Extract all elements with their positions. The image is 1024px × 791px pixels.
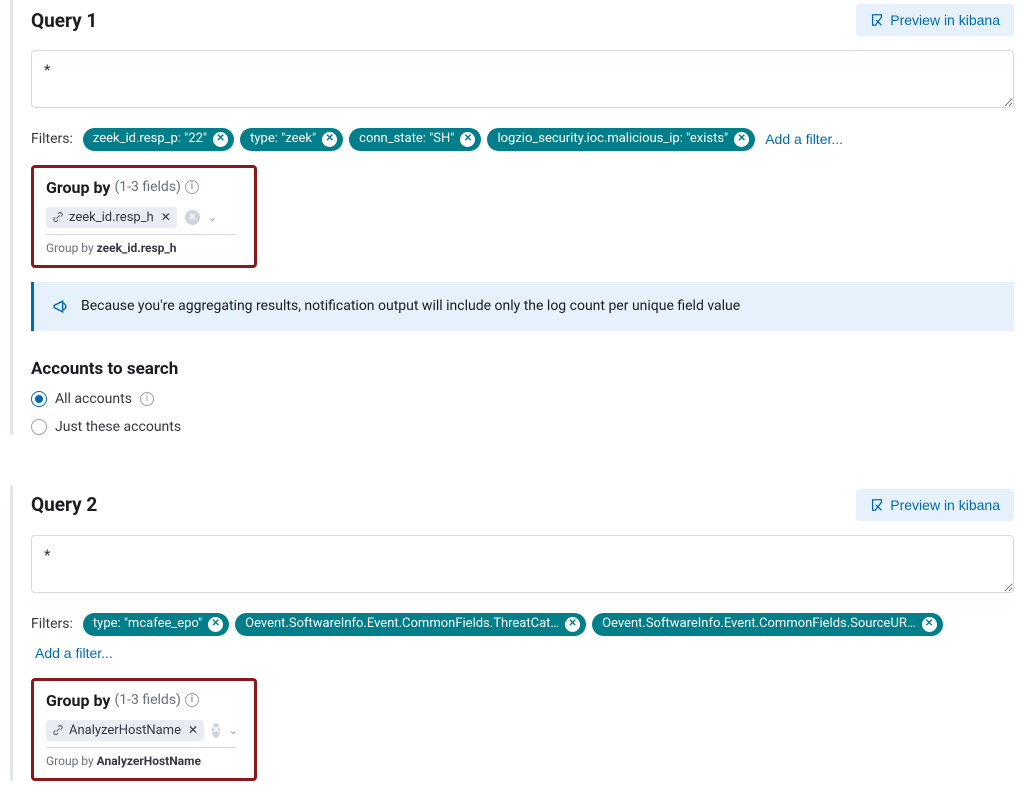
remove-filter-icon[interactable]: ✕	[565, 617, 580, 632]
kibana-icon	[870, 498, 884, 512]
filter-pill[interactable]: Oevent.SoftwareInfo.Event.CommonFields.S…	[592, 613, 942, 636]
banner-text: Because you're aggregating results, noti…	[81, 298, 740, 314]
remove-field-icon[interactable]: ✕	[188, 723, 198, 737]
info-icon[interactable]: i	[185, 693, 199, 707]
remove-filter-icon[interactable]: ✕	[734, 132, 749, 147]
remove-field-icon[interactable]: ✕	[161, 210, 171, 224]
accounts-section-title: Accounts to search	[31, 359, 1014, 379]
radio-just-these-accounts[interactable]: Just these accounts	[31, 419, 1014, 435]
filter-pill[interactable]: type: "zeek"✕	[240, 128, 343, 151]
filter-pill[interactable]: type: "mcafee_epo"✕	[83, 613, 229, 636]
group-by-title: Group by (1-3 fields) i	[46, 691, 242, 710]
remove-filter-icon[interactable]: ✕	[322, 132, 337, 147]
group-by-box: Group by (1-3 fields) i AnalyzerHostName…	[31, 678, 257, 781]
group-by-field-selector[interactable]: zeek_id.resp_h ✕ ✕ ⌄	[46, 207, 236, 235]
preview-label: Preview in kibana	[890, 12, 1000, 28]
add-filter-button[interactable]: Add a filter...	[761, 128, 847, 150]
radio-all-accounts[interactable]: All accounts i	[31, 391, 1014, 407]
filter-pill[interactable]: conn_state: "SH"✕	[349, 128, 481, 151]
group-by-field-name: zeek_id.resp_h	[69, 210, 154, 225]
query-input[interactable]	[31, 535, 1014, 593]
info-icon[interactable]: i	[185, 180, 199, 194]
query-block-1: Query 1 Preview in kibana Filters: zeek_…	[10, 0, 1014, 435]
link-icon	[52, 211, 64, 223]
filters-row: Filters: type: "mcafee_epo"✕ Oevent.Soft…	[31, 613, 1014, 664]
group-by-field-name: AnalyzerHostName	[69, 723, 181, 738]
filters-label: Filters:	[31, 616, 73, 632]
preview-label: Preview in kibana	[890, 497, 1000, 513]
info-icon[interactable]: i	[140, 392, 154, 406]
filter-pill[interactable]: zeek_id.resp_p: "22"✕	[83, 128, 234, 151]
filter-pill[interactable]: logzio_security.ioc.malicious_ip: "exist…	[487, 128, 755, 151]
remove-filter-icon[interactable]: ✕	[460, 132, 475, 147]
query-block-2: Query 2 Preview in kibana Filters: type:…	[10, 485, 1014, 781]
filters-row: Filters: zeek_id.resp_p: "22"✕ type: "ze…	[31, 128, 1014, 151]
group-by-title: Group by (1-3 fields) i	[46, 178, 242, 197]
query-header: Query 1 Preview in kibana	[31, 4, 1014, 36]
group-by-caption: Group by zeek_id.resp_h	[46, 241, 242, 255]
group-by-field-chip[interactable]: AnalyzerHostName ✕	[46, 720, 204, 741]
preview-in-kibana-button[interactable]: Preview in kibana	[856, 4, 1014, 36]
remove-filter-icon[interactable]: ✕	[208, 617, 223, 632]
group-by-field-chip[interactable]: zeek_id.resp_h ✕	[46, 207, 177, 228]
group-by-caption: Group by AnalyzerHostName	[46, 754, 242, 768]
chevron-down-icon[interactable]: ⌄	[208, 211, 217, 224]
clear-selection-icon[interactable]: ✕	[212, 723, 220, 738]
radio-icon	[31, 419, 47, 435]
query-title: Query 2	[31, 493, 97, 516]
group-by-field-selector[interactable]: AnalyzerHostName ✕ ✕ ⌄	[46, 720, 236, 748]
group-by-box: Group by (1-3 fields) i zeek_id.resp_h ✕…	[31, 165, 257, 268]
query-header: Query 2 Preview in kibana	[31, 489, 1014, 521]
query-input[interactable]	[31, 50, 1014, 108]
chevron-down-icon[interactable]: ⌄	[228, 724, 237, 737]
remove-filter-icon[interactable]: ✕	[213, 132, 228, 147]
megaphone-icon	[52, 298, 69, 315]
add-filter-button[interactable]: Add a filter...	[31, 642, 117, 664]
preview-in-kibana-button[interactable]: Preview in kibana	[856, 489, 1014, 521]
clear-selection-icon[interactable]: ✕	[185, 210, 200, 225]
query-title: Query 1	[31, 9, 97, 32]
remove-filter-icon[interactable]: ✕	[922, 617, 937, 632]
link-icon	[52, 724, 64, 736]
radio-icon	[31, 391, 47, 407]
aggregation-info-banner: Because you're aggregating results, noti…	[31, 282, 1014, 331]
kibana-icon	[870, 13, 884, 27]
filter-pill[interactable]: Oevent.SoftwareInfo.Event.CommonFields.T…	[235, 613, 586, 636]
filters-label: Filters:	[31, 131, 73, 147]
